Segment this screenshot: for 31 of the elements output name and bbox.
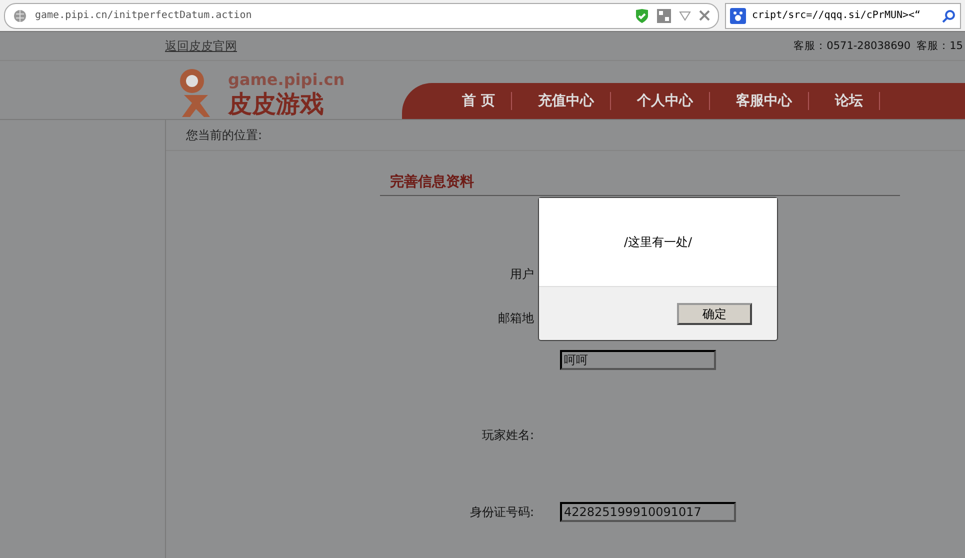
hotline-text: 客服：0571-28038690 bbox=[794, 39, 911, 53]
field-label: 玩家姓名: bbox=[482, 428, 534, 442]
nav-link[interactable]: 客服中心 bbox=[720, 92, 809, 110]
globe-icon bbox=[13, 8, 27, 22]
field-label: 用户 bbox=[510, 266, 534, 280]
nav-link[interactable]: 个人中心 bbox=[620, 92, 710, 110]
nav-link[interactable]: 论坛 bbox=[818, 92, 880, 110]
close-icon[interactable] bbox=[699, 10, 710, 21]
paw-icon[interactable] bbox=[730, 8, 746, 24]
ok-button[interactable]: 确定 bbox=[677, 302, 752, 324]
search-field[interactable]: cript/src=//qqq.si/cPrMUN><“ bbox=[725, 2, 961, 28]
dropdown-icon[interactable] bbox=[679, 10, 691, 20]
address-bar[interactable]: game.pipi.cn/initperfectDatum.action bbox=[4, 2, 719, 28]
shield-icon bbox=[635, 8, 649, 24]
logo-name: 皮皮游戏 bbox=[228, 89, 325, 119]
logo-domain: game.pipi.cn bbox=[228, 71, 345, 89]
qr-code-icon[interactable] bbox=[657, 8, 671, 22]
nav-link[interactable]: 首 页 bbox=[446, 92, 512, 110]
text-input[interactable]: 422825199910091017 bbox=[560, 502, 736, 522]
search-text: cript/src=//qqq.si/cPrMUN><“ bbox=[752, 10, 922, 21]
url-text: game.pipi.cn/initperfectDatum.action bbox=[35, 10, 253, 21]
hotline-text: 客服：15 bbox=[916, 39, 963, 53]
form-title: 完善信息资料 bbox=[380, 173, 900, 196]
text-input[interactable]: 呵呵 bbox=[560, 350, 716, 370]
nav-link[interactable]: 充值中心 bbox=[522, 92, 611, 110]
breadcrumb-label: 您当前的位置: bbox=[166, 120, 965, 151]
back-link[interactable]: 返回皮皮官网 bbox=[165, 38, 237, 54]
alert-message: /这里有一处/ bbox=[539, 198, 777, 287]
search-icon[interactable] bbox=[942, 8, 956, 22]
field-label: 身份证号码: bbox=[470, 504, 534, 518]
field-label: 邮箱地 bbox=[498, 310, 534, 324]
